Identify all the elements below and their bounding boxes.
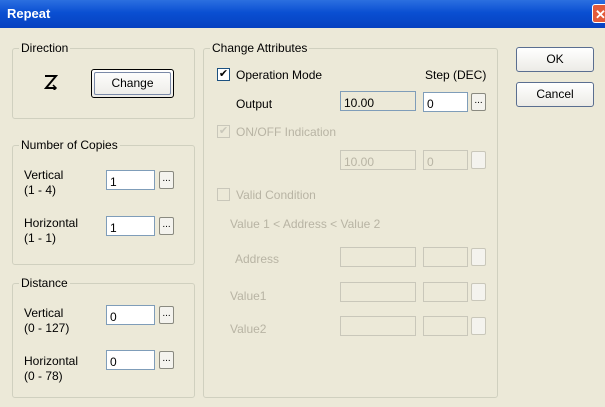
z-arrow-icon xyxy=(44,75,58,90)
valid-condition-label: Valid Condition xyxy=(236,188,316,202)
operation-mode-label: Operation Mode xyxy=(236,68,323,82)
distance-vertical-browse-button[interactable]: ... xyxy=(159,306,174,324)
copies-vertical-range: (1 - 4) xyxy=(24,183,57,197)
value1-field[interactable] xyxy=(340,282,416,302)
distance-vertical-range: (0 - 127) xyxy=(24,321,70,335)
change-attributes-group: Change Attributes ✔ Operation Mode Step … xyxy=(203,41,498,398)
copies-vertical-input[interactable] xyxy=(106,170,155,190)
value1-label: Value1 xyxy=(230,289,267,303)
close-icon[interactable]: ✕ xyxy=(592,4,605,23)
onoff-step-input[interactable] xyxy=(423,150,468,170)
title-bar: Repeat ✕ xyxy=(0,0,605,28)
onoff-indication-checkbox[interactable]: ✔ xyxy=(217,125,230,138)
distance-vertical-label: Vertical xyxy=(24,306,64,320)
valid-condition-checkbox[interactable] xyxy=(217,188,230,201)
distance-horizontal-label: Horizontal xyxy=(24,354,79,368)
distance-horizontal-browse-button[interactable]: ... xyxy=(159,351,174,369)
address-label: Address xyxy=(235,252,280,266)
output-step-input[interactable] xyxy=(423,92,468,112)
direction-legend: Direction xyxy=(19,41,71,55)
cancel-button[interactable]: Cancel xyxy=(516,82,594,107)
address-field[interactable] xyxy=(340,247,416,267)
copies-horizontal-browse-button[interactable]: ... xyxy=(159,217,174,235)
onoff-step-browse-button[interactable] xyxy=(471,151,486,169)
value2-field[interactable] xyxy=(340,316,416,336)
output-label: Output xyxy=(236,97,273,111)
value2-step-field[interactable] xyxy=(423,316,468,336)
value2-label: Value2 xyxy=(230,322,267,336)
change-direction-button[interactable]: Change xyxy=(91,69,174,98)
distance-group: Distance Vertical (0 - 127) ... Horizont… xyxy=(12,276,195,398)
copies-legend: Number of Copies xyxy=(19,138,120,152)
change-button-label: Change xyxy=(111,76,154,90)
value1-browse-button[interactable] xyxy=(471,283,486,301)
copies-vertical-label: Vertical xyxy=(24,168,64,182)
ok-button-label: OK xyxy=(546,52,564,66)
copies-vertical-browse-button[interactable]: ... xyxy=(159,171,174,189)
copies-group: Number of Copies Vertical (1 - 4) ... Ho… xyxy=(12,138,195,265)
operation-mode-checkbox[interactable]: ✔ xyxy=(217,68,230,81)
copies-horizontal-input[interactable] xyxy=(106,216,155,236)
direction-group: Direction Change xyxy=(12,41,195,119)
onoff-value-field xyxy=(340,150,416,170)
distance-horizontal-input[interactable] xyxy=(106,350,155,370)
ok-button[interactable]: OK xyxy=(516,47,594,72)
distance-vertical-input[interactable] xyxy=(106,305,155,325)
value1-step-field[interactable] xyxy=(423,282,468,302)
dialog-body: Direction Change Number of Copies Vertic… xyxy=(0,28,605,407)
distance-horizontal-range: (0 - 78) xyxy=(24,369,63,383)
copies-horizontal-range: (1 - 1) xyxy=(24,231,57,245)
output-value-field xyxy=(340,91,416,111)
copies-horizontal-label: Horizontal xyxy=(24,216,79,230)
step-dec-label: Step (DEC) xyxy=(425,68,487,82)
cancel-button-label: Cancel xyxy=(536,87,574,101)
address-browse-button[interactable] xyxy=(471,248,486,266)
change-attributes-legend: Change Attributes xyxy=(210,41,310,55)
condition-expression-text: Value 1 < Address < Value 2 xyxy=(230,217,381,231)
onoff-indication-label: ON/OFF Indication xyxy=(236,125,337,139)
output-step-browse-button[interactable]: ... xyxy=(471,93,486,111)
value2-browse-button[interactable] xyxy=(471,317,486,335)
window-title: Repeat xyxy=(7,6,51,21)
distance-legend: Distance xyxy=(19,276,70,290)
address-step-field[interactable] xyxy=(423,247,468,267)
